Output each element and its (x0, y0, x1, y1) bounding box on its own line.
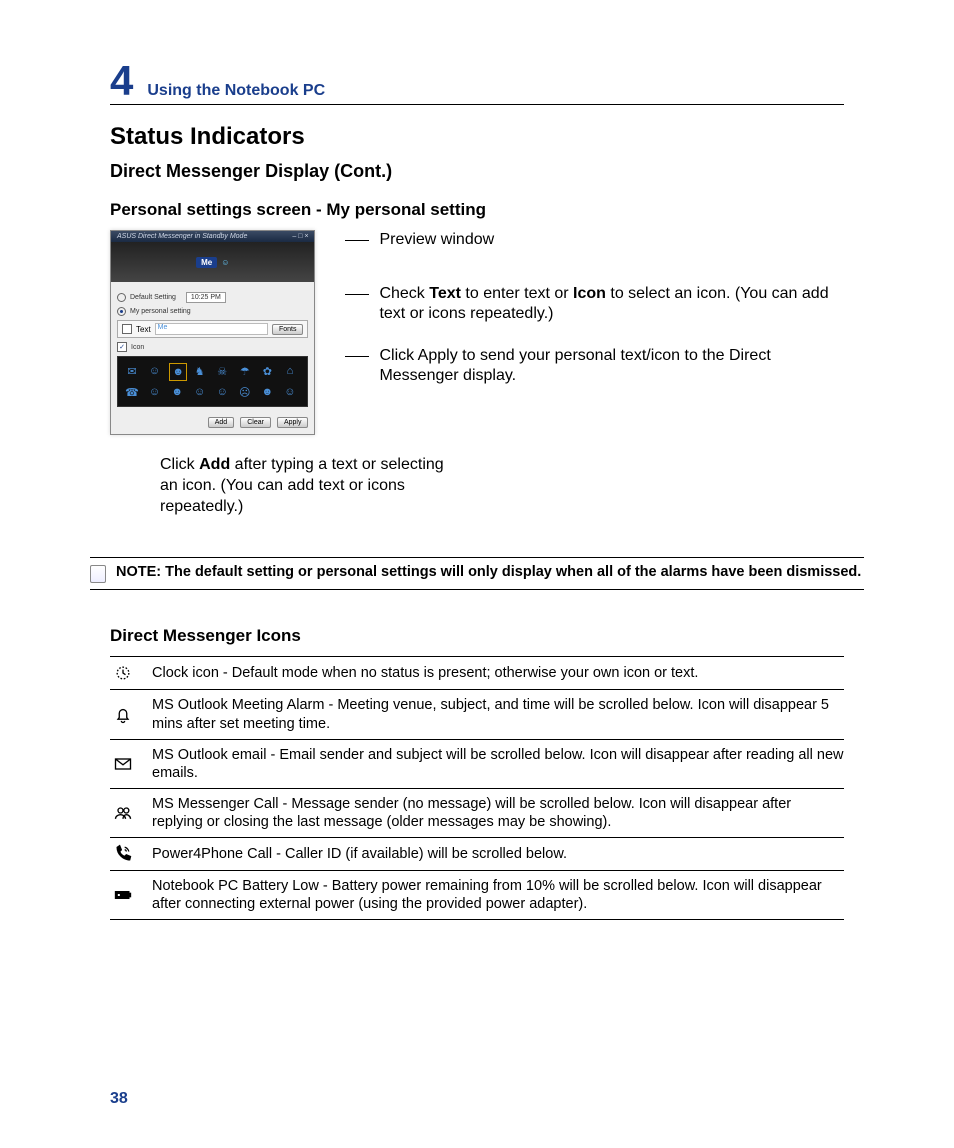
icon-desc: MS Messenger Call - Message sender (no m… (152, 795, 844, 831)
fonts-button[interactable]: Fonts (272, 324, 304, 335)
page-heading: Status Indicators (110, 123, 844, 151)
text-input-row: Text Me Fonts (117, 320, 308, 338)
icon-row: Power4Phone Call - Caller ID (if availab… (110, 838, 844, 871)
leader-line (345, 294, 369, 295)
mail-icon (110, 754, 136, 774)
picker-icon-selected[interactable]: ☻ (169, 363, 187, 381)
personal-setting-radio[interactable] (117, 307, 126, 316)
picker-icon[interactable]: ☂ (237, 363, 253, 379)
note-icon (90, 565, 106, 583)
icon-row: Notebook PC Battery Low - Battery power … (110, 871, 844, 920)
picker-icon[interactable]: ✿ (259, 363, 275, 379)
icon-checkbox[interactable]: ✓ (117, 342, 127, 352)
add-button[interactable]: Add (208, 417, 234, 428)
icons-table-heading: Direct Messenger Icons (110, 626, 844, 646)
chapter-title: Using the Notebook PC (147, 82, 325, 100)
preview-emoji-icon: ☺ (221, 258, 229, 267)
picker-icon[interactable]: ♞ (192, 363, 208, 379)
chapter-header: 4 Using the Notebook PC (110, 60, 844, 105)
callout-text-icon: Check Text to enter text or Icon to sele… (379, 284, 844, 324)
picker-icon[interactable]: ☺ (147, 384, 163, 400)
picker-icon[interactable]: ☠ (214, 363, 230, 379)
default-setting-radio[interactable] (117, 293, 126, 302)
text-label: Text (136, 325, 151, 334)
icon-row: MS Messenger Call - Message sender (no m… (110, 789, 844, 838)
picker-icon[interactable]: ☎ (124, 384, 140, 400)
icon-row: MS Outlook Meeting Alarm - Meeting venue… (110, 690, 844, 739)
note-text: NOTE: The default setting or personal se… (116, 564, 861, 580)
picker-icon[interactable]: ☻ (169, 384, 185, 400)
picker-icon[interactable]: ✉ (124, 363, 140, 379)
icon-desc: MS Outlook Meeting Alarm - Meeting venue… (152, 696, 844, 732)
people-icon (110, 803, 136, 823)
picker-icon[interactable]: ☺ (192, 384, 208, 400)
picker-icon[interactable]: ☺ (147, 363, 163, 379)
icon-desc: Power4Phone Call - Caller ID (if availab… (152, 845, 844, 863)
chapter-number: 4 (110, 60, 133, 102)
window-title: ASUS Direct Messenger in Standby Mode (117, 233, 247, 240)
text-checkbox[interactable] (122, 324, 132, 334)
picker-icon[interactable]: ☻ (259, 384, 275, 400)
callout-apply: Click Apply to send your personal text/i… (379, 346, 844, 386)
window-controls: – □ × (292, 233, 308, 240)
icons-table: Clock icon - Default mode when no status… (110, 656, 844, 920)
page-subheading: Direct Messenger Display (Cont.) (110, 161, 844, 182)
callout-add: Click Add after typing a text or selecti… (160, 455, 460, 517)
icon-label: Icon (131, 344, 144, 351)
callout-preview: Preview window (379, 230, 494, 250)
default-time-field[interactable]: 10:25 PM (186, 292, 226, 303)
icon-desc: Clock icon - Default mode when no status… (152, 664, 844, 682)
battery-icon (110, 885, 136, 905)
phone-icon (110, 844, 136, 864)
icon-desc: MS Outlook email - Email sender and subj… (152, 746, 844, 782)
window-titlebar: ASUS Direct Messenger in Standby Mode – … (111, 231, 314, 242)
default-setting-label: Default Setting (130, 294, 176, 301)
annotated-screenshot: ASUS Direct Messenger in Standby Mode – … (110, 230, 844, 435)
preview-me-badge: Me (196, 257, 217, 268)
clock-icon (110, 663, 136, 683)
page-number: 38 (110, 1090, 128, 1108)
leader-line (345, 240, 369, 241)
apply-button[interactable]: Apply (277, 417, 309, 428)
icon-desc: Notebook PC Battery Low - Battery power … (152, 877, 844, 913)
text-field[interactable]: Me (155, 323, 268, 335)
callouts-column: Preview window Check Text to enter text … (345, 230, 844, 435)
clear-button[interactable]: Clear (240, 417, 271, 428)
picker-icon[interactable]: ☺ (214, 384, 230, 400)
settings-window: ASUS Direct Messenger in Standby Mode – … (110, 230, 315, 435)
picker-icon[interactable]: ⌂ (282, 363, 298, 379)
picker-icon[interactable]: ☺ (282, 384, 298, 400)
preview-area: Me ☺ (111, 242, 314, 282)
icon-picker-grid[interactable]: ✉ ☺ ☻ ♞ ☠ ☂ ✿ ⌂ ☎ ☺ ☻ ☺ ☺ ☹ ☻ ☺ (117, 356, 308, 407)
icon-row: MS Outlook email - Email sender and subj… (110, 740, 844, 789)
personal-setting-label: My personal setting (130, 308, 191, 315)
note-box: NOTE: The default setting or personal se… (90, 557, 864, 590)
bell-icon (110, 705, 136, 725)
picker-icon[interactable]: ☹ (237, 384, 253, 400)
section-heading: Personal settings screen - My personal s… (110, 200, 844, 220)
leader-line (345, 356, 369, 357)
icon-row: Clock icon - Default mode when no status… (110, 657, 844, 690)
